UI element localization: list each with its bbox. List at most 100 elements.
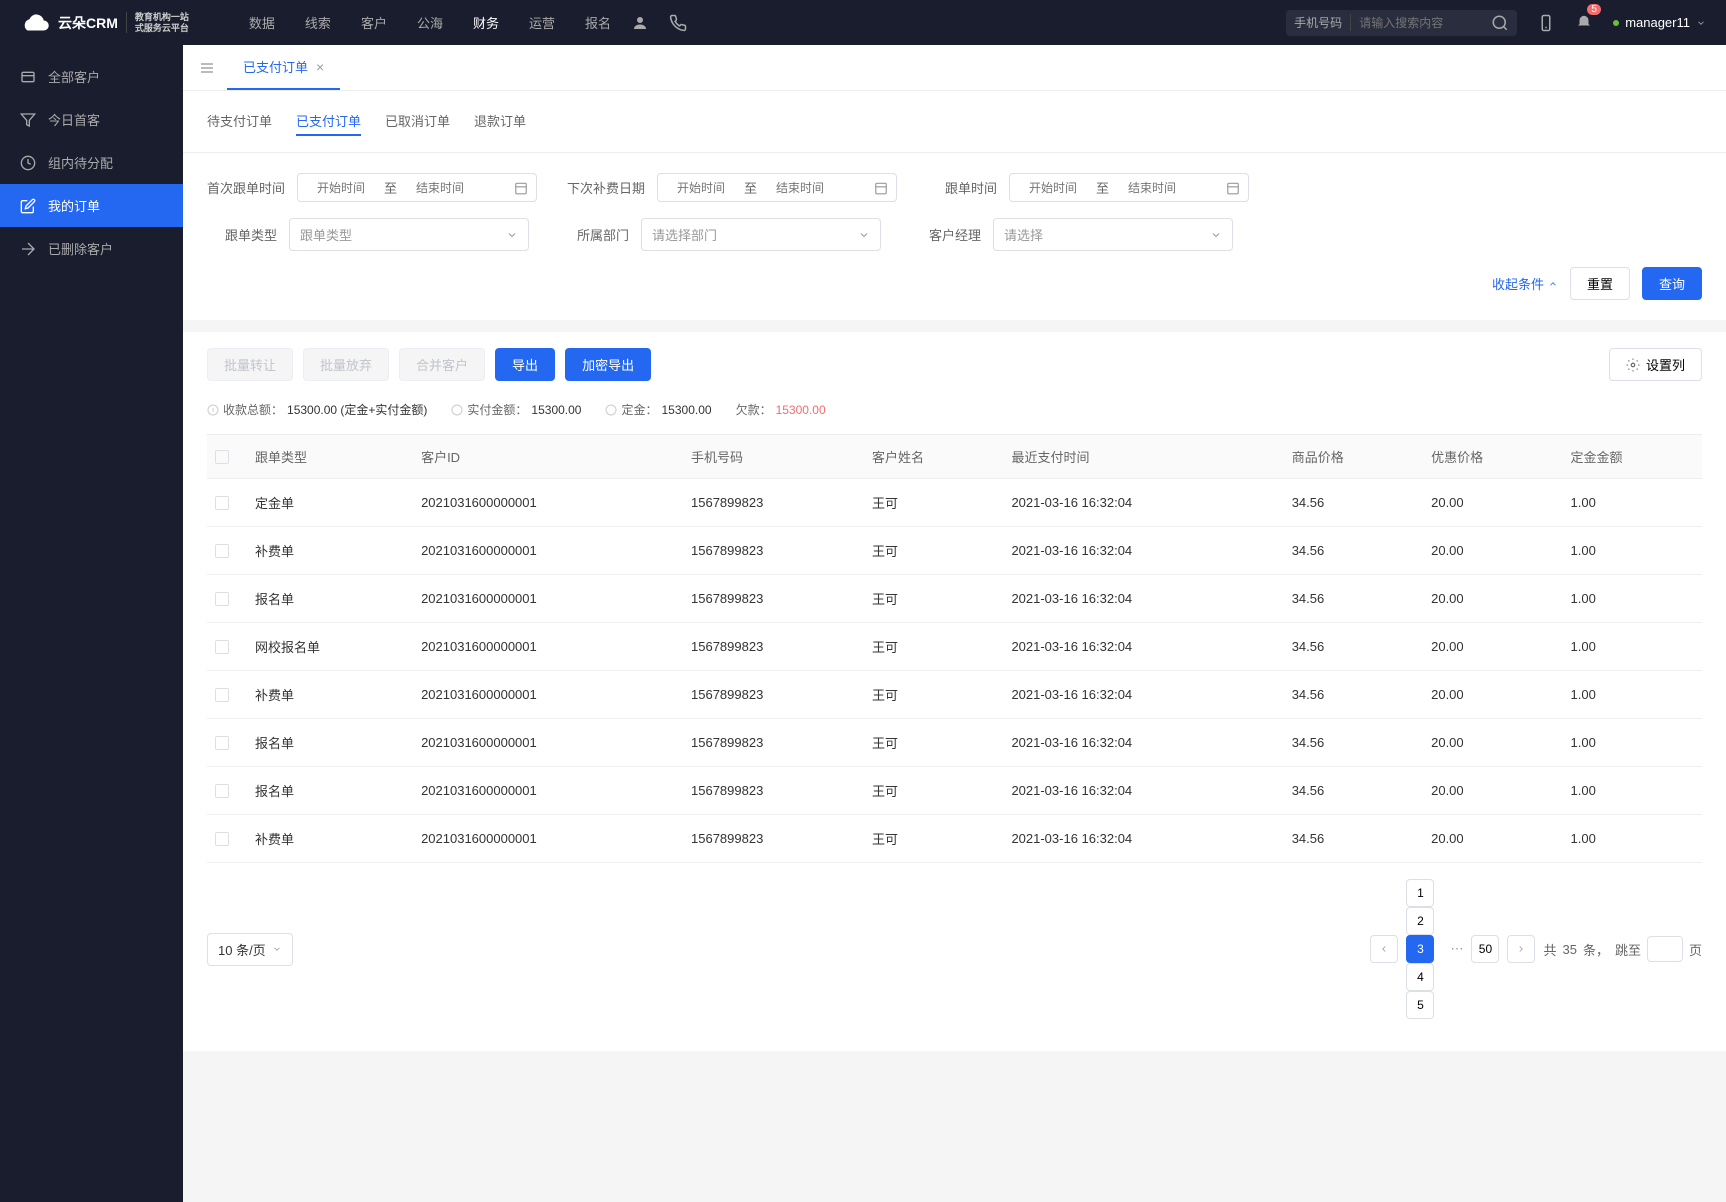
- table-row[interactable]: 报名单 2021031600000001 1567899823 王可 2021-…: [207, 767, 1702, 815]
- prev-page-button[interactable]: [1370, 935, 1398, 963]
- cell-deposit: 1.00: [1563, 623, 1702, 671]
- tab-label: 已支付订单: [243, 57, 308, 76]
- row-checkbox[interactable]: [215, 832, 229, 846]
- chevron-up-icon: [1548, 279, 1558, 289]
- nav-item-5[interactable]: 运营: [529, 13, 555, 32]
- start-date-input[interactable]: [666, 181, 736, 195]
- sidebar-item-3[interactable]: 我的订单: [0, 184, 183, 227]
- page-button-3[interactable]: 3: [1406, 935, 1434, 963]
- page-size-select[interactable]: 10 条/页: [207, 933, 293, 966]
- search-type-label[interactable]: 手机号码: [1294, 14, 1351, 31]
- chevron-down-icon: [272, 944, 282, 954]
- logo-text: 云朵CRM: [58, 13, 118, 33]
- cell-price: 34.56: [1284, 719, 1423, 767]
- cell-discount: 20.00: [1423, 575, 1562, 623]
- table-row[interactable]: 报名单 2021031600000001 1567899823 王可 2021-…: [207, 719, 1702, 767]
- cell-phone: 1567899823: [683, 671, 864, 719]
- sub-tab-1[interactable]: 已支付订单: [296, 107, 361, 136]
- follow-type-select[interactable]: 跟单类型: [289, 218, 529, 251]
- nav-item-4[interactable]: 财务: [473, 13, 499, 32]
- select-all-checkbox[interactable]: [215, 450, 229, 464]
- follow-time-range[interactable]: 至: [1009, 173, 1249, 202]
- sidebar-item-2[interactable]: 组内待分配: [0, 141, 183, 184]
- page-button-5[interactable]: 5: [1406, 991, 1434, 1019]
- nav-item-3[interactable]: 公海: [417, 13, 443, 32]
- table-row[interactable]: 补费单 2021031600000001 1567899823 王可 2021-…: [207, 815, 1702, 863]
- batch-abandon-button[interactable]: 批量放弃: [303, 348, 389, 381]
- cell-id: 2021031600000001: [413, 719, 683, 767]
- sub-tab-0[interactable]: 待支付订单: [207, 107, 272, 136]
- table-row[interactable]: 报名单 2021031600000001 1567899823 王可 2021-…: [207, 575, 1702, 623]
- order-status-tabs: 待支付订单已支付订单已取消订单退款订单: [183, 91, 1726, 153]
- department-select[interactable]: 请选择部门: [641, 218, 881, 251]
- cell-deposit: 1.00: [1563, 527, 1702, 575]
- table-row[interactable]: 补费单 2021031600000001 1567899823 王可 2021-…: [207, 671, 1702, 719]
- page-ellipsis: ⋯: [1450, 941, 1463, 957]
- table-row[interactable]: 定金单 2021031600000001 1567899823 王可 2021-…: [207, 479, 1702, 527]
- close-icon[interactable]: ×: [316, 59, 324, 75]
- end-date-input[interactable]: [1117, 181, 1187, 195]
- sidebar-item-4[interactable]: 已删除客户: [0, 227, 183, 270]
- account-manager-select[interactable]: 请选择: [993, 218, 1233, 251]
- cell-discount: 20.00: [1423, 623, 1562, 671]
- column-header-1: 客户ID: [413, 435, 683, 479]
- table-row[interactable]: 网校报名单 2021031600000001 1567899823 王可 202…: [207, 623, 1702, 671]
- cell-deposit: 1.00: [1563, 575, 1702, 623]
- sidebar-item-0[interactable]: 全部客户: [0, 55, 183, 98]
- start-date-input[interactable]: [306, 181, 376, 195]
- row-checkbox[interactable]: [215, 496, 229, 510]
- cell-id: 2021031600000001: [413, 767, 683, 815]
- export-button[interactable]: 导出: [495, 348, 555, 381]
- sub-tab-2[interactable]: 已取消订单: [385, 107, 450, 136]
- batch-transfer-button[interactable]: 批量转让: [207, 348, 293, 381]
- cell-phone: 1567899823: [683, 527, 864, 575]
- row-checkbox[interactable]: [215, 736, 229, 750]
- end-date-input[interactable]: [405, 181, 475, 195]
- user-icon[interactable]: [631, 14, 649, 32]
- settings-column-button[interactable]: 设置列: [1609, 348, 1702, 381]
- reset-button[interactable]: 重置: [1570, 267, 1630, 300]
- page-button-4[interactable]: 4: [1406, 963, 1434, 991]
- row-checkbox[interactable]: [215, 640, 229, 654]
- end-date-input[interactable]: [765, 181, 835, 195]
- logo[interactable]: 云朵CRM 教育机构一站 式服务云平台: [20, 8, 189, 38]
- merge-customer-button[interactable]: 合并客户: [399, 348, 485, 381]
- first-follow-time-label: 首次跟单时间: [207, 178, 285, 197]
- query-button[interactable]: 查询: [1642, 267, 1702, 300]
- row-checkbox[interactable]: [215, 592, 229, 606]
- notification-bell[interactable]: 5: [1575, 12, 1593, 33]
- page-button-1[interactable]: 1: [1406, 879, 1434, 907]
- cell-type: 网校报名单: [247, 623, 413, 671]
- row-checkbox[interactable]: [215, 688, 229, 702]
- sub-tab-3[interactable]: 退款订单: [474, 107, 526, 136]
- header-search[interactable]: 手机号码: [1286, 10, 1517, 36]
- sidebar-item-1[interactable]: 今日首客: [0, 98, 183, 141]
- first-follow-time-range[interactable]: 至: [297, 173, 537, 202]
- cell-time: 2021-03-16 16:32:04: [1003, 623, 1283, 671]
- row-checkbox[interactable]: [215, 784, 229, 798]
- nav-item-0[interactable]: 数据: [249, 13, 275, 32]
- page-button-last[interactable]: 50: [1471, 935, 1499, 963]
- start-date-input[interactable]: [1018, 181, 1088, 195]
- page-button-2[interactable]: 2: [1406, 907, 1434, 935]
- page-tab-paid-orders[interactable]: 已支付订单 ×: [227, 45, 340, 90]
- phone-icon[interactable]: [669, 14, 687, 32]
- page-jump-input[interactable]: [1647, 936, 1683, 962]
- next-pay-date-range[interactable]: 至: [657, 173, 897, 202]
- mobile-icon[interactable]: [1537, 14, 1555, 32]
- sidebar-item-label: 全部客户: [48, 67, 100, 86]
- user-menu[interactable]: manager11: [1613, 15, 1706, 30]
- encrypt-export-button[interactable]: 加密导出: [565, 348, 651, 381]
- next-page-button[interactable]: [1507, 935, 1535, 963]
- search-input[interactable]: [1351, 14, 1491, 32]
- menu-toggle-icon[interactable]: [199, 60, 215, 76]
- search-icon[interactable]: [1491, 14, 1509, 32]
- collapse-filters-link[interactable]: 收起条件: [1492, 274, 1558, 293]
- nav-item-1[interactable]: 线索: [305, 13, 331, 32]
- nav-item-2[interactable]: 客户: [361, 13, 387, 32]
- filter-icon: [20, 112, 36, 128]
- nav-item-6[interactable]: 报名: [585, 13, 611, 32]
- table-row[interactable]: 补费单 2021031600000001 1567899823 王可 2021-…: [207, 527, 1702, 575]
- row-checkbox[interactable]: [215, 544, 229, 558]
- calendar-icon: [874, 181, 888, 195]
